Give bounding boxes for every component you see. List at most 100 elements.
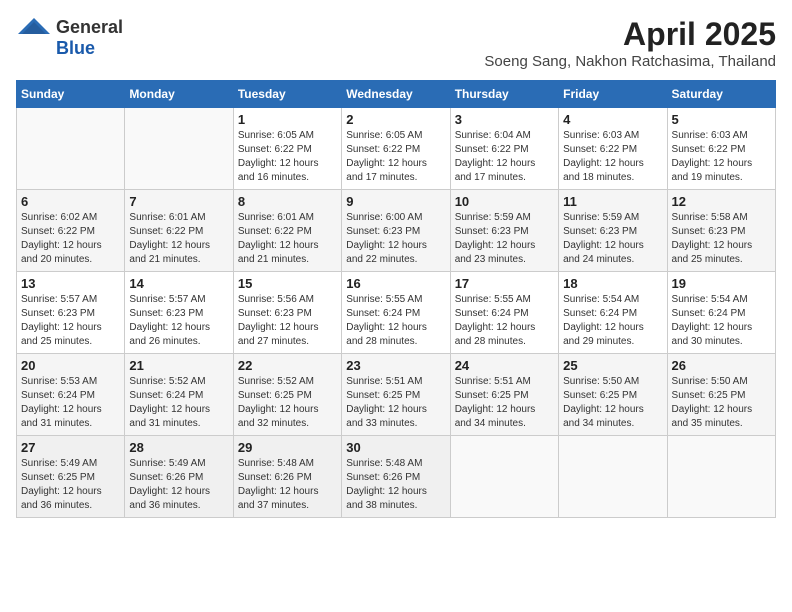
calendar-cell: 29 Sunrise: 5:48 AM Sunset: 6:26 PM Dayli… xyxy=(233,436,341,518)
day-number: 7 xyxy=(129,194,228,209)
weekday-header-wednesday: Wednesday xyxy=(342,81,450,108)
day-info: Sunrise: 5:55 AM Sunset: 6:24 PM Dayligh… xyxy=(346,293,445,349)
calendar-cell: 23 Sunrise: 5:51 AM Sunset: 6:25 PM Dayli… xyxy=(342,354,450,436)
day-info: Sunrise: 6:05 AM Sunset: 6:22 PM Dayligh… xyxy=(238,129,337,185)
calendar-cell: 15 Sunrise: 5:56 AM Sunset: 6:23 PM Dayli… xyxy=(233,272,341,354)
day-info: Sunrise: 5:49 AM Sunset: 6:25 PM Dayligh… xyxy=(21,457,120,513)
logo-icon xyxy=(16,16,52,38)
day-info: Sunrise: 5:50 AM Sunset: 6:25 PM Dayligh… xyxy=(672,375,771,431)
calendar-cell xyxy=(667,436,775,518)
weekday-header-monday: Monday xyxy=(125,81,233,108)
day-info: Sunrise: 6:02 AM Sunset: 6:22 PM Dayligh… xyxy=(21,211,120,267)
weekday-header-friday: Friday xyxy=(559,81,667,108)
day-number: 6 xyxy=(21,194,120,209)
day-number: 15 xyxy=(238,276,337,291)
calendar-cell xyxy=(125,108,233,190)
calendar-cell: 10 Sunrise: 5:59 AM Sunset: 6:23 PM Dayli… xyxy=(450,190,558,272)
day-info: Sunrise: 5:50 AM Sunset: 6:25 PM Dayligh… xyxy=(563,375,662,431)
calendar-week-row: 6 Sunrise: 6:02 AM Sunset: 6:22 PM Daylig… xyxy=(17,190,776,272)
day-number: 5 xyxy=(672,112,771,127)
day-number: 10 xyxy=(455,194,554,209)
calendar-cell: 6 Sunrise: 6:02 AM Sunset: 6:22 PM Daylig… xyxy=(17,190,125,272)
day-info: Sunrise: 5:48 AM Sunset: 6:26 PM Dayligh… xyxy=(238,457,337,513)
day-number: 8 xyxy=(238,194,337,209)
day-info: Sunrise: 5:56 AM Sunset: 6:23 PM Dayligh… xyxy=(238,293,337,349)
calendar-cell: 7Sunrise: 6:01 AM Sunset: 6:22 PM Daylig… xyxy=(125,190,233,272)
calendar-cell: 20 Sunrise: 5:53 AM Sunset: 6:24 PM Dayli… xyxy=(17,354,125,436)
weekday-header-tuesday: Tuesday xyxy=(233,81,341,108)
calendar-week-row: 1Sunrise: 6:05 AM Sunset: 6:22 PM Daylig… xyxy=(17,108,776,190)
calendar-cell: 19 Sunrise: 5:54 AM Sunset: 6:24 PM Dayli… xyxy=(667,272,775,354)
day-info: Sunrise: 5:54 AM Sunset: 6:24 PM Dayligh… xyxy=(672,293,771,349)
calendar-week-row: 20 Sunrise: 5:53 AM Sunset: 6:24 PM Dayli… xyxy=(17,354,776,436)
day-info: Sunrise: 5:48 AM Sunset: 6:26 PM Dayligh… xyxy=(346,457,445,513)
calendar-cell xyxy=(450,436,558,518)
calendar-week-row: 13 Sunrise: 5:57 AM Sunset: 6:23 PM Dayli… xyxy=(17,272,776,354)
calendar-cell: 27 Sunrise: 5:49 AM Sunset: 6:25 PM Dayli… xyxy=(17,436,125,518)
calendar-table: SundayMondayTuesdayWednesdayThursdayFrid… xyxy=(16,80,776,518)
day-info: Sunrise: 6:01 AM Sunset: 6:22 PM Dayligh… xyxy=(238,211,337,267)
calendar-cell xyxy=(17,108,125,190)
calendar-week-row: 27 Sunrise: 5:49 AM Sunset: 6:25 PM Dayli… xyxy=(17,436,776,518)
day-number: 28 xyxy=(129,440,228,455)
day-number: 4 xyxy=(563,112,662,127)
day-info: Sunrise: 5:54 AM Sunset: 6:24 PM Dayligh… xyxy=(563,293,662,349)
calendar-cell: 1Sunrise: 6:05 AM Sunset: 6:22 PM Daylig… xyxy=(233,108,341,190)
weekday-header-saturday: Saturday xyxy=(667,81,775,108)
day-info: Sunrise: 5:55 AM Sunset: 6:24 PM Dayligh… xyxy=(455,293,554,349)
calendar-cell: 9 Sunrise: 6:00 AM Sunset: 6:23 PM Daylig… xyxy=(342,190,450,272)
calendar-cell: 14Sunrise: 5:57 AM Sunset: 6:23 PM Dayli… xyxy=(125,272,233,354)
calendar-cell: 30Sunrise: 5:48 AM Sunset: 6:26 PM Dayli… xyxy=(342,436,450,518)
calendar-cell: 16 Sunrise: 5:55 AM Sunset: 6:24 PM Dayli… xyxy=(342,272,450,354)
weekday-header-thursday: Thursday xyxy=(450,81,558,108)
calendar-cell: 22 Sunrise: 5:52 AM Sunset: 6:25 PM Dayli… xyxy=(233,354,341,436)
location-title: Soeng Sang, Nakhon Ratchasima, Thailand xyxy=(484,53,776,70)
calendar-cell: 5Sunrise: 6:03 AM Sunset: 6:22 PM Daylig… xyxy=(667,108,775,190)
day-info: Sunrise: 6:03 AM Sunset: 6:22 PM Dayligh… xyxy=(563,129,662,185)
page-header: General Blue April 2025 Soeng Sang, Nakh… xyxy=(16,16,776,70)
logo-blue-text: Blue xyxy=(56,38,95,59)
day-info: Sunrise: 5:53 AM Sunset: 6:24 PM Dayligh… xyxy=(21,375,120,431)
day-info: Sunrise: 5:52 AM Sunset: 6:24 PM Dayligh… xyxy=(129,375,228,431)
day-info: Sunrise: 5:57 AM Sunset: 6:23 PM Dayligh… xyxy=(21,293,120,349)
day-info: Sunrise: 5:52 AM Sunset: 6:25 PM Dayligh… xyxy=(238,375,337,431)
calendar-cell: 8 Sunrise: 6:01 AM Sunset: 6:22 PM Daylig… xyxy=(233,190,341,272)
day-info: Sunrise: 5:51 AM Sunset: 6:25 PM Dayligh… xyxy=(455,375,554,431)
calendar-cell: 24 Sunrise: 5:51 AM Sunset: 6:25 PM Dayli… xyxy=(450,354,558,436)
day-number: 24 xyxy=(455,358,554,373)
day-info: Sunrise: 6:00 AM Sunset: 6:23 PM Dayligh… xyxy=(346,211,445,267)
calendar-cell: 26 Sunrise: 5:50 AM Sunset: 6:25 PM Dayli… xyxy=(667,354,775,436)
day-info: Sunrise: 5:59 AM Sunset: 6:23 PM Dayligh… xyxy=(455,211,554,267)
calendar-cell: 17Sunrise: 5:55 AM Sunset: 6:24 PM Dayli… xyxy=(450,272,558,354)
day-number: 19 xyxy=(672,276,771,291)
day-number: 22 xyxy=(238,358,337,373)
day-number: 27 xyxy=(21,440,120,455)
day-number: 23 xyxy=(346,358,445,373)
title-section: April 2025 Soeng Sang, Nakhon Ratchasima… xyxy=(484,16,776,70)
day-info: Sunrise: 5:58 AM Sunset: 6:23 PM Dayligh… xyxy=(672,211,771,267)
day-number: 29 xyxy=(238,440,337,455)
day-info: Sunrise: 6:05 AM Sunset: 6:22 PM Dayligh… xyxy=(346,129,445,185)
calendar-cell: 12 Sunrise: 5:58 AM Sunset: 6:23 PM Dayli… xyxy=(667,190,775,272)
day-number: 21 xyxy=(129,358,228,373)
day-info: Sunrise: 5:49 AM Sunset: 6:26 PM Dayligh… xyxy=(129,457,228,513)
day-number: 9 xyxy=(346,194,445,209)
day-number: 20 xyxy=(21,358,120,373)
day-number: 11 xyxy=(563,194,662,209)
day-info: Sunrise: 5:51 AM Sunset: 6:25 PM Dayligh… xyxy=(346,375,445,431)
day-number: 3 xyxy=(455,112,554,127)
day-number: 12 xyxy=(672,194,771,209)
calendar-cell: 28 Sunrise: 5:49 AM Sunset: 6:26 PM Dayli… xyxy=(125,436,233,518)
logo-general-text: General xyxy=(56,17,123,38)
day-number: 14 xyxy=(129,276,228,291)
weekday-header-sunday: Sunday xyxy=(17,81,125,108)
calendar-cell: 3Sunrise: 6:04 AM Sunset: 6:22 PM Daylig… xyxy=(450,108,558,190)
day-number: 16 xyxy=(346,276,445,291)
day-number: 25 xyxy=(563,358,662,373)
day-number: 2 xyxy=(346,112,445,127)
calendar-header-row: SundayMondayTuesdayWednesdayThursdayFrid… xyxy=(17,81,776,108)
day-number: 26 xyxy=(672,358,771,373)
month-title: April 2025 xyxy=(484,16,776,53)
calendar-cell: 21 Sunrise: 5:52 AM Sunset: 6:24 PM Dayli… xyxy=(125,354,233,436)
day-number: 13 xyxy=(21,276,120,291)
